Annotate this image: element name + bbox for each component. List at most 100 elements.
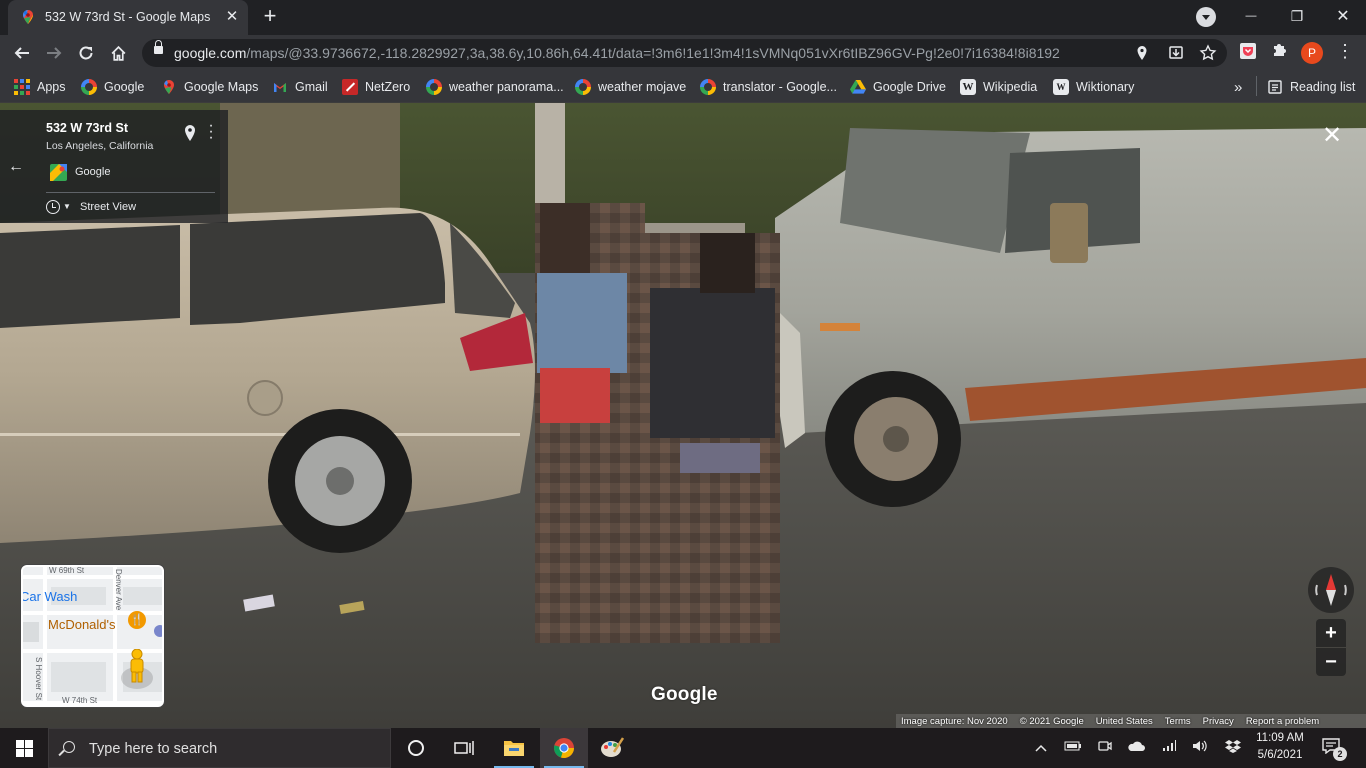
caret-down-icon[interactable]: ▼	[63, 202, 71, 211]
restaurant-icon: 🍴	[128, 611, 146, 629]
minimap-roads	[23, 567, 162, 705]
notification-count-badge: 2	[1333, 747, 1347, 761]
browser-tab[interactable]: 532 W 73rd St - Google Maps ✕	[8, 0, 248, 35]
windows-logo-icon	[15, 739, 33, 757]
notification-center-button[interactable]: 2	[1322, 738, 1347, 761]
bookmark-google-drive[interactable]: Google Drive	[850, 76, 946, 98]
report-problem-link[interactable]: Report a problem	[1240, 716, 1325, 727]
bookmark-weather-panorama[interactable]: weather panorama...	[426, 76, 564, 98]
reading-list-button[interactable]: Reading list	[1267, 76, 1355, 98]
poi-car-wash[interactable]: Car Wash	[23, 589, 77, 604]
cortana-button[interactable]	[392, 728, 440, 768]
time-travel-icon[interactable]	[46, 200, 60, 214]
minimize-icon: —	[1245, 10, 1257, 22]
more-bookmarks-button[interactable]: »	[1234, 76, 1242, 98]
clock-date[interactable]: 5/6/2021	[1254, 749, 1306, 761]
wiktionary-icon: W	[1053, 79, 1069, 95]
home-icon	[111, 45, 125, 61]
bookmark-apps[interactable]: Apps	[14, 76, 66, 98]
street-label: W 74th St	[62, 696, 98, 705]
dropbox-icon[interactable]	[1224, 739, 1242, 757]
file-explorer-button[interactable]	[490, 728, 538, 768]
bookmark-google[interactable]: Google	[81, 76, 144, 98]
onedrive-icon[interactable]	[1127, 739, 1145, 757]
compass-button[interactable]	[1308, 567, 1354, 613]
reading-list-label: Reading list	[1290, 80, 1356, 94]
bookmark-wikipedia[interactable]: W Wikipedia	[960, 76, 1037, 98]
bookmark-label: Google Drive	[873, 80, 946, 94]
battery-icon[interactable]	[1064, 739, 1082, 757]
bookmark-translator[interactable]: translator - Google...	[700, 76, 837, 98]
task-view-button[interactable]	[440, 728, 488, 768]
url-path: /maps/@33.9736672,-118.2829927,3a,38.6y,…	[246, 45, 1060, 61]
zoom-in-button[interactable]: +	[1316, 619, 1346, 647]
bookmark-weather-mojave[interactable]: weather mojave	[575, 76, 686, 98]
back-button[interactable]	[8, 39, 36, 67]
location-info-card: ← 532 W 73rd St Los Angeles, California …	[0, 110, 228, 223]
bookmark-label: Wikipedia	[983, 80, 1038, 94]
profile-avatar[interactable]: P	[1301, 42, 1323, 64]
search-placeholder: Type here to search	[89, 741, 218, 757]
bookmarks-bar: Apps Google Google Maps Gmail NetZero we…	[0, 70, 1366, 103]
show-hidden-icons-button[interactable]	[1032, 739, 1050, 757]
bookmarks-divider	[1256, 76, 1257, 96]
start-button[interactable]	[0, 728, 48, 768]
close-street-view-button[interactable]: ✕	[1318, 122, 1346, 150]
map-pin-icon[interactable]	[184, 124, 196, 142]
new-tab-button[interactable]: +	[257, 5, 283, 29]
wikipedia-icon: W	[960, 79, 976, 95]
poi-mcdonalds[interactable]: McDonald's	[48, 617, 116, 632]
terms-link[interactable]: Terms	[1159, 716, 1197, 727]
bookmark-label: Google	[104, 80, 145, 94]
close-window-button[interactable]: ✕	[1320, 0, 1366, 32]
extensions-button[interactable]	[1268, 42, 1290, 64]
meet-now-icon[interactable]	[1096, 739, 1114, 757]
zoom-out-button[interactable]: −	[1316, 648, 1346, 676]
chrome-menu-icon[interactable]: ⋮	[1334, 42, 1356, 64]
apps-grid-icon	[14, 79, 30, 95]
google-drive-icon	[850, 79, 866, 94]
reload-button[interactable]	[72, 39, 100, 67]
location-icon[interactable]	[1132, 43, 1152, 63]
extension-icon[interactable]	[1237, 42, 1259, 64]
volume-icon[interactable]	[1191, 739, 1209, 757]
bookmark-gmail[interactable]: Gmail	[272, 76, 328, 98]
dropbox-glyph-icon	[1225, 740, 1241, 753]
google-icon	[575, 79, 591, 95]
street-label: Denver Ave	[114, 569, 123, 611]
address-bar[interactable]: google.com/maps/@33.9736672,-118.2829927…	[142, 39, 1227, 67]
browser-titlebar: 532 W 73rd St - Google Maps ✕ + — ❐ ✕	[0, 0, 1366, 35]
arrow-left-icon	[14, 47, 29, 59]
tab-title: 532 W 73rd St - Google Maps	[45, 10, 211, 24]
bookmark-wiktionary[interactable]: W Wiktionary	[1053, 76, 1134, 98]
google-maps-pin-icon	[164, 80, 174, 94]
wifi-icon[interactable]	[1160, 739, 1178, 757]
bookmark-netzero[interactable]: NetZero	[342, 76, 410, 98]
taskbar-search-input[interactable]: Type here to search	[48, 728, 391, 768]
home-button[interactable]	[104, 39, 132, 67]
arrow-left-icon[interactable]: ←	[8, 158, 24, 176]
clock-time[interactable]: 11:09 AM	[1254, 732, 1306, 744]
bookmark-google-maps[interactable]: Google Maps	[161, 76, 258, 98]
pegman-icon[interactable]	[127, 649, 147, 685]
map-footer: Image capture: Nov 2020 © 2021 Google Un…	[896, 714, 1366, 728]
bookmark-star-icon[interactable]	[1198, 43, 1218, 63]
street-view-label: Street View	[80, 201, 137, 213]
install-app-icon[interactable]	[1166, 43, 1186, 63]
minimap[interactable]: W 69th St Denver Ave S Hoover St W 74th …	[21, 565, 164, 707]
privacy-link[interactable]: Privacy	[1197, 716, 1240, 727]
minimize-button[interactable]: —	[1228, 0, 1274, 32]
bookmark-label: Apps	[37, 80, 66, 94]
region-link[interactable]: United States	[1090, 716, 1159, 727]
url-text: google.com/maps/@33.9736672,-118.2829927…	[174, 45, 1060, 61]
restore-button[interactable]: ❐	[1274, 0, 1320, 32]
forward-button[interactable]	[40, 39, 68, 67]
bookmark-label: translator - Google...	[723, 80, 837, 94]
paint-taskbar-button[interactable]	[588, 728, 636, 768]
more-options-icon[interactable]: · · ·	[208, 118, 214, 146]
tab-close-icon[interactable]: ✕	[223, 7, 241, 27]
tab-search-icon[interactable]	[1196, 7, 1216, 27]
paint-palette-icon	[601, 737, 624, 757]
chrome-taskbar-button[interactable]	[540, 728, 588, 768]
lock-icon[interactable]	[154, 40, 163, 54]
